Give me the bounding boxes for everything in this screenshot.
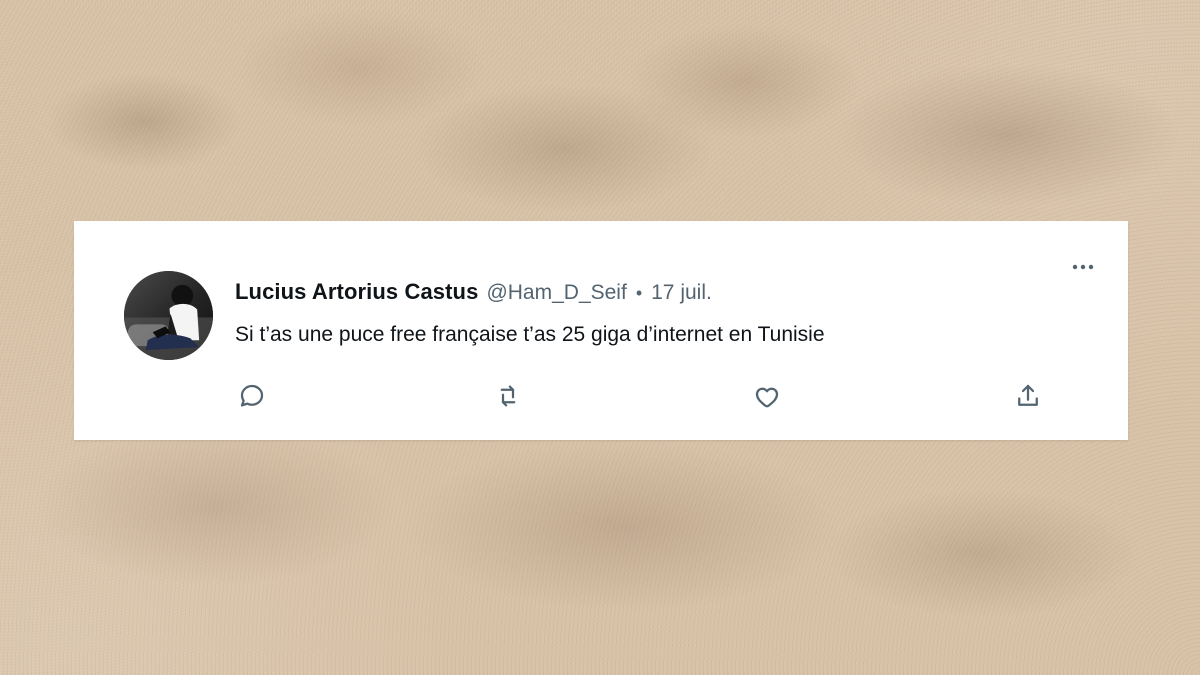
like-button[interactable] [750, 381, 784, 415]
retweet-button[interactable] [491, 381, 525, 415]
like-icon [752, 381, 782, 416]
tweet-header: Lucius Artorius Castus @Ham_D_Seif • 17 … [235, 279, 712, 305]
share-button[interactable] [1011, 381, 1045, 415]
author-avatar[interactable] [124, 271, 213, 360]
reply-button[interactable] [235, 381, 269, 415]
share-icon [1013, 381, 1043, 416]
tweet-actions [235, 381, 1053, 415]
author-name[interactable]: Lucius Artorius Castus [235, 279, 478, 305]
retweet-icon [493, 381, 523, 416]
reply-icon [237, 381, 267, 416]
more-button[interactable] [1066, 255, 1100, 279]
tweet-date[interactable]: 17 juil. [651, 281, 712, 305]
header-separator: • [635, 283, 643, 303]
author-handle[interactable]: @Ham_D_Seif [486, 281, 626, 305]
tweet-text: Si t’as une puce free française t’as 25 … [235, 323, 825, 346]
more-icon [1071, 258, 1095, 276]
tweet-card: Lucius Artorius Castus @Ham_D_Seif • 17 … [74, 221, 1128, 440]
